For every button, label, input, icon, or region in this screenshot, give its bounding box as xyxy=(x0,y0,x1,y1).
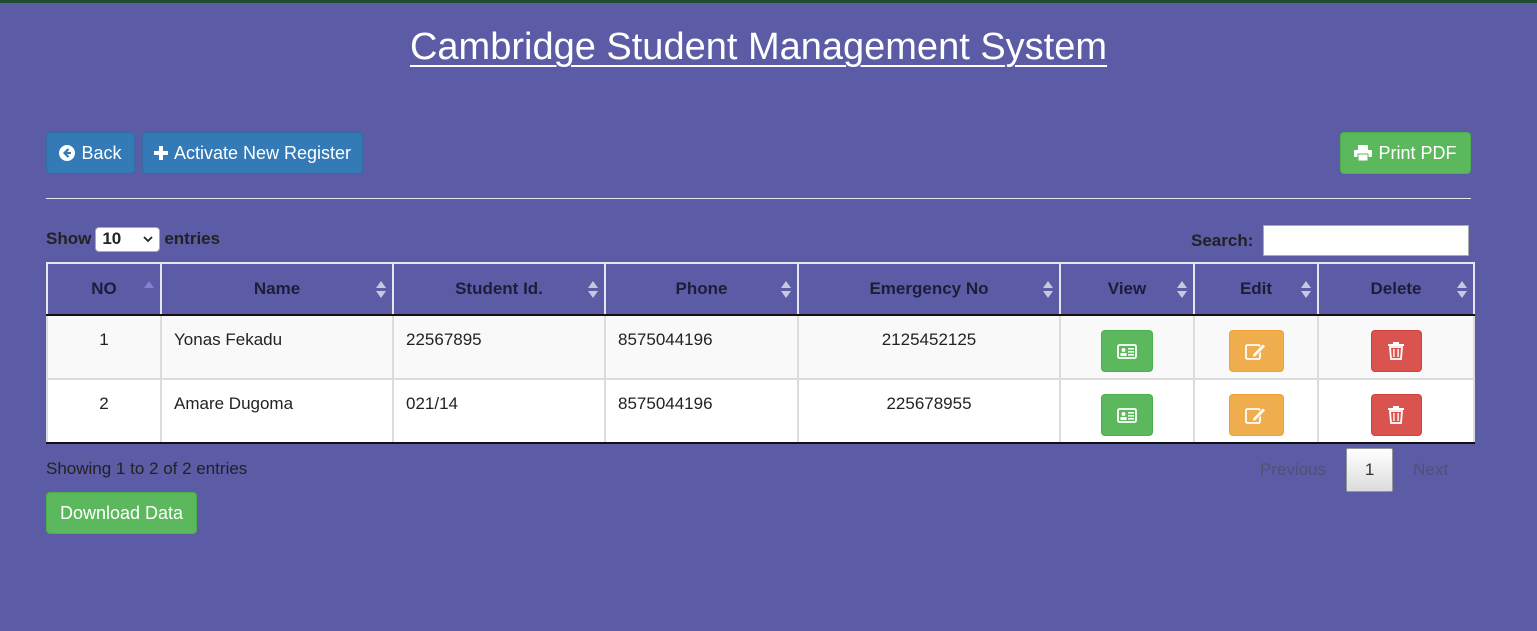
print-label: Print PDF xyxy=(1378,142,1457,163)
id-card-icon xyxy=(1117,343,1137,359)
table-row: 2 Amare Dugoma 021/14 8575044196 2256789… xyxy=(46,378,1475,444)
trash-icon xyxy=(1388,406,1404,424)
search-input[interactable] xyxy=(1263,225,1470,256)
page-title: Cambridge Student Management System xyxy=(409,26,1108,68)
edit-button[interactable] xyxy=(1228,394,1284,436)
top-strip xyxy=(0,0,1537,3)
col-header-name[interactable]: Name xyxy=(160,262,394,316)
cell-phone: 8575044196 xyxy=(604,314,799,380)
sort-icon xyxy=(1457,281,1467,299)
header-row: NO Name Student Id. Phone Emergency No V… xyxy=(46,262,1475,316)
edit-button[interactable] xyxy=(1228,330,1284,372)
entries-label: entries xyxy=(164,229,221,248)
cell-emergency-no: 225678955 xyxy=(797,378,1061,444)
cell-no: 2 xyxy=(46,378,162,444)
cell-delete xyxy=(1317,378,1475,444)
download-data-button[interactable]: Download Data xyxy=(46,492,197,534)
col-header-no[interactable]: NO xyxy=(46,262,162,316)
col-header-student-id[interactable]: Student Id. xyxy=(392,262,606,316)
sort-icon xyxy=(376,281,386,299)
cell-delete xyxy=(1317,314,1475,380)
col-header-emergency-no[interactable]: Emergency No xyxy=(797,262,1061,316)
chevron-down-icon xyxy=(143,235,153,242)
sort-icon xyxy=(588,281,598,299)
previous-page-button[interactable]: Previous xyxy=(1240,460,1346,480)
edit-icon xyxy=(1245,343,1267,360)
view-button[interactable] xyxy=(1101,330,1153,372)
entries-value: 10 xyxy=(102,229,122,248)
download-label: Download Data xyxy=(59,502,184,523)
cell-edit xyxy=(1193,378,1319,444)
plus-icon xyxy=(153,146,168,160)
table-row: 1 Yonas Fekadu 22567895 8575044196 21254… xyxy=(46,314,1475,380)
delete-button[interactable] xyxy=(1370,330,1422,372)
col-header-delete[interactable]: Delete xyxy=(1317,262,1475,316)
search-control: Search: xyxy=(1191,225,1470,256)
activate-label: Activate New Register xyxy=(173,142,352,163)
activate-new-register-button[interactable]: Activate New Register xyxy=(142,132,363,174)
cell-student-id: 021/14 xyxy=(392,378,606,444)
sort-icon xyxy=(1043,281,1053,299)
edit-icon xyxy=(1245,407,1267,424)
print-pdf-button[interactable]: Print PDF xyxy=(1340,132,1471,174)
cell-name: Yonas Fekadu xyxy=(160,314,394,380)
cell-student-id: 22567895 xyxy=(392,314,606,380)
cell-view xyxy=(1059,314,1195,380)
view-button[interactable] xyxy=(1101,394,1153,436)
id-card-icon xyxy=(1117,407,1137,423)
entries-length-control: Show 10 entries xyxy=(46,226,220,252)
page-1-button[interactable]: 1 xyxy=(1346,448,1394,492)
trash-icon xyxy=(1388,342,1404,360)
cell-edit xyxy=(1193,314,1319,380)
sort-icon xyxy=(1301,281,1311,299)
cell-view xyxy=(1059,378,1195,444)
cell-no: 1 xyxy=(46,314,162,380)
col-header-phone[interactable]: Phone xyxy=(604,262,799,316)
sort-icon xyxy=(1177,281,1187,299)
show-label: Show xyxy=(46,229,92,248)
entries-select[interactable]: 10 xyxy=(95,226,161,252)
next-page-button[interactable]: Next xyxy=(1393,460,1468,480)
printer-icon xyxy=(1354,145,1373,161)
sort-icon xyxy=(781,281,791,299)
col-header-edit[interactable]: Edit xyxy=(1193,262,1319,316)
back-label: Back xyxy=(81,142,122,163)
cell-emergency-no: 2125452125 xyxy=(797,314,1061,380)
cell-name: Amare Dugoma xyxy=(160,378,394,444)
table-info: Showing 1 to 2 of 2 entries xyxy=(46,459,248,478)
back-button[interactable]: Back xyxy=(46,132,135,174)
students-table: NO Name Student Id. Phone Emergency No V… xyxy=(46,262,1475,444)
sort-ascending-icon xyxy=(144,281,154,299)
col-header-view[interactable]: View xyxy=(1059,262,1195,316)
cell-phone: 8575044196 xyxy=(604,378,799,444)
divider xyxy=(46,198,1471,199)
delete-button[interactable] xyxy=(1370,394,1422,436)
search-label: Search: xyxy=(1191,230,1254,250)
pagination: Previous 1 Next xyxy=(1240,448,1468,492)
circle-arrow-left-icon xyxy=(59,145,76,161)
